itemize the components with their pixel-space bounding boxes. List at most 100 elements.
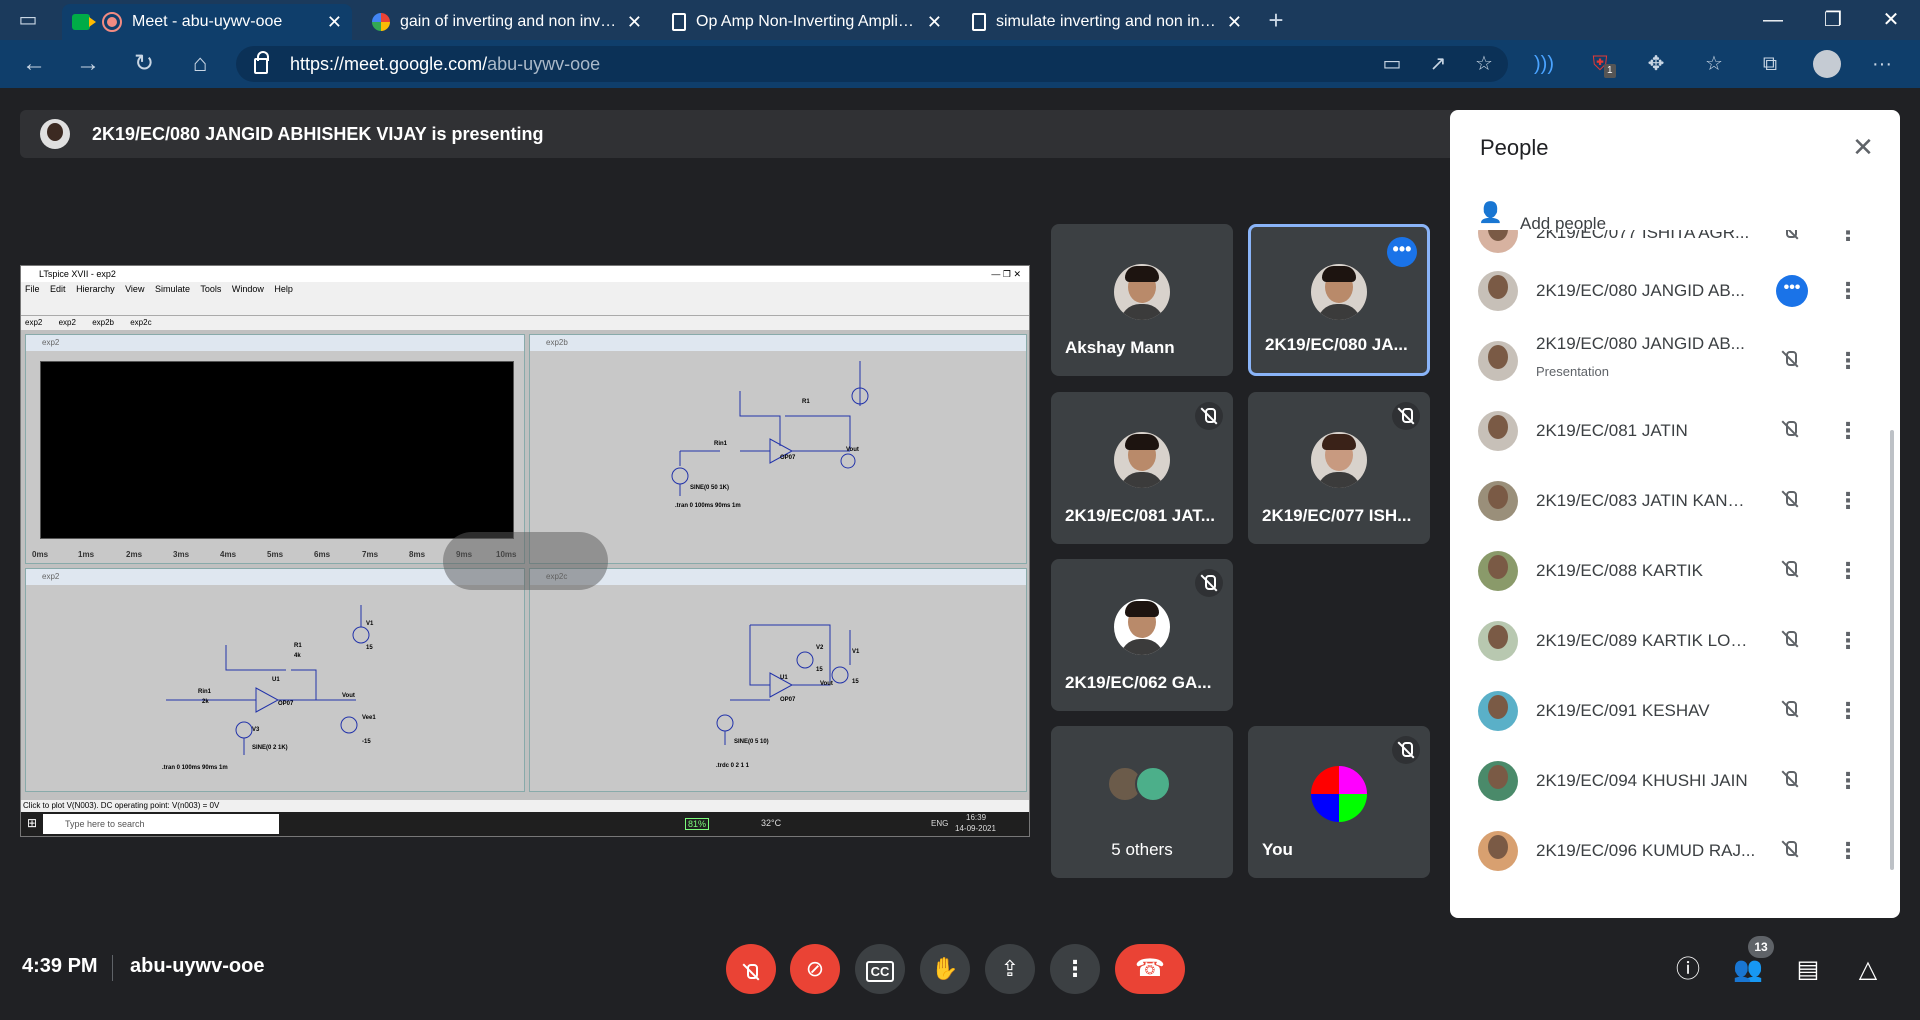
leave-call-button[interactable]: ☎ [1115, 944, 1185, 994]
participant-tile[interactable]: 2K19/EC/081 JAT... [1051, 392, 1233, 544]
extension-ublock-icon[interactable]: ⛨ 1 [1586, 50, 1616, 78]
back-icon[interactable]: ← [18, 48, 50, 80]
participant-tile-presenter[interactable]: ••• 2K19/EC/080 JA... [1248, 224, 1430, 376]
url-field[interactable]: https://meet.google.com/abu-uywv-ooe [236, 46, 1508, 82]
lt-tab: exp2b [92, 318, 114, 327]
list-item[interactable]: 2K19/EC/081 JATIN ⋮ [1450, 396, 1900, 466]
close-icon[interactable]: ✕ [1848, 132, 1878, 162]
mic-off-icon [1776, 625, 1808, 657]
close-window-icon[interactable]: ✕ [1868, 4, 1914, 36]
present-now-button[interactable]: ⇪ [985, 944, 1035, 994]
label-r1-value: 4k [294, 653, 301, 659]
weather-temp: 32°C [761, 818, 782, 828]
more-vert-icon[interactable]: ⋮ [1836, 625, 1860, 657]
mic-toggle-button[interactable] [726, 944, 776, 994]
schematic-diagram [166, 605, 370, 755]
raise-hand-button[interactable]: ✋ [920, 944, 970, 994]
label-rin1: Rin1 [714, 441, 728, 447]
x-tick: 3ms [173, 550, 190, 559]
participant-tile[interactable]: 2K19/EC/077 ISH... [1248, 392, 1430, 544]
pane-title: exp2 [26, 335, 524, 351]
label-v3: V3 [252, 727, 260, 733]
more-menu-icon[interactable]: ··· [1868, 50, 1896, 78]
more-vert-icon[interactable]: ⋮ [1836, 415, 1860, 447]
chat-icon[interactable]: ▤ [1792, 954, 1824, 986]
participant-tile[interactable]: 2K19/EC/062 GA... [1051, 559, 1233, 711]
more-options-button[interactable]: ⋮ [1050, 944, 1100, 994]
more-options-icon[interactable]: ••• [1776, 275, 1808, 307]
more-vert-icon[interactable]: ⋮ [1836, 275, 1860, 307]
list-item[interactable]: 2K19/EC/089 KARTIK LOH... ⋮ [1450, 606, 1900, 676]
tab-op-amp[interactable]: Op Amp Non-Inverting Amplifier ✕ [662, 4, 952, 40]
label-vee1-value: -15 [362, 739, 371, 745]
tab-meet[interactable]: Meet - abu-uywv-ooe ✕ [62, 4, 352, 40]
mic-off-icon [1195, 402, 1223, 430]
menu-file: File [25, 284, 40, 294]
participant-name: 2K19/EC/077 ISH... [1262, 506, 1412, 525]
home-icon[interactable]: ⌂ [184, 48, 216, 80]
read-aloud-icon[interactable]: ))) [1530, 50, 1558, 78]
collections-icon[interactable]: ⧉ [1756, 50, 1784, 78]
add-favorite-icon[interactable]: ☆ [1470, 50, 1498, 78]
more-vert-icon[interactable]: ⋮ [1836, 835, 1860, 867]
more-vert-icon[interactable]: ⋮ [1836, 230, 1860, 249]
list-item[interactable]: 2K19/EC/096 KUMUD RAJ... ⋮ [1450, 816, 1900, 886]
label-tran-a: .tran 0 100ms 90ms 1m [675, 503, 741, 509]
presentation-controls-overlay[interactable] [443, 532, 608, 590]
minimize-icon[interactable]: — [1750, 4, 1796, 36]
presenting-banner: 2K19/EC/080 JANGID ABHISHEK VIJAY is pre… [20, 110, 1460, 158]
participant-tile[interactable]: Akshay Mann [1051, 224, 1233, 376]
people-icon[interactable]: 👥 [1732, 954, 1764, 986]
ltspice-title-bar: LTspice XVII - exp2 — ❐ ✕ [21, 266, 1029, 282]
window-controls: — ❐ ✕ [991, 269, 1021, 279]
new-tab-button[interactable]: + [1260, 4, 1292, 36]
scrollbar[interactable] [1890, 430, 1894, 870]
list-item[interactable]: 2K19/EC/083 JATIN KANW... ⋮ [1450, 466, 1900, 536]
tab-google-search[interactable]: gain of inverting and non inverting ✕ [362, 4, 652, 40]
favorites-icon[interactable]: ☆ [1700, 50, 1728, 78]
close-icon[interactable]: ✕ [927, 12, 942, 33]
more-vert-icon[interactable]: ⋮ [1836, 555, 1860, 587]
extensions-icon[interactable]: ✥ [1642, 50, 1670, 78]
close-icon[interactable]: ✕ [327, 12, 342, 33]
list-item[interactable]: 2K19/EC/091 KESHAV ⋮ [1450, 676, 1900, 746]
others-tile[interactable]: 5 others [1051, 726, 1233, 878]
label-op07: OP07 [780, 455, 796, 461]
presenter-avatar [40, 119, 70, 149]
profile-avatar[interactable] [1813, 50, 1841, 78]
more-vert-icon[interactable]: ⋮ [1836, 695, 1860, 727]
label-v1: V1 [852, 649, 860, 655]
menu-simulate: Simulate [154, 284, 190, 294]
more-vert-icon[interactable]: ⋮ [1836, 765, 1860, 797]
more-vert-icon[interactable]: ⋮ [1836, 345, 1860, 377]
tab-simulate[interactable]: simulate inverting and non inverting ✕ [962, 4, 1252, 40]
list-item[interactable]: 2K19/EC/080 JANGID AB... ••• ⋮ [1450, 256, 1900, 326]
captions-button[interactable]: CC [855, 944, 905, 994]
self-tile[interactable]: You [1248, 726, 1430, 878]
pane-title: exp2b [530, 335, 1026, 351]
ltspice-toolbar [21, 296, 1029, 316]
restore-icon[interactable]: ❐ [1810, 4, 1856, 36]
activities-icon[interactable]: △ [1852, 954, 1884, 986]
tab-actions-icon[interactable]: ▭ [12, 4, 44, 36]
list-item[interactable]: 2K19/EC/080 JANGID AB... Presentation ⋮ [1450, 326, 1900, 396]
more-vert-icon[interactable]: ⋮ [1836, 485, 1860, 517]
list-item[interactable]: 2K19/EC/088 KARTIK ⋮ [1450, 536, 1900, 606]
label-rin1: Rin1 [198, 689, 212, 695]
schematic-diagram [716, 624, 851, 745]
mic-off-icon [1776, 555, 1808, 587]
close-icon[interactable]: ✕ [1227, 12, 1242, 33]
share-icon[interactable]: ↗ [1424, 50, 1452, 78]
avatar [1478, 230, 1518, 253]
close-icon[interactable]: ✕ [627, 12, 642, 33]
camera-toggle-button[interactable]: ⊘ [790, 944, 840, 994]
avatar [1478, 831, 1518, 871]
meeting-info-icon[interactable]: ⓘ [1672, 954, 1704, 986]
refresh-icon[interactable]: ↻ [128, 48, 160, 80]
forward-icon[interactable]: → [72, 48, 104, 80]
camera-icon[interactable]: ▭ [1378, 50, 1406, 78]
participant-subtitle: Presentation [1536, 364, 1609, 379]
more-options-icon[interactable]: ••• [1387, 237, 1417, 267]
taskbar-time: 16:39 [966, 813, 987, 822]
list-item[interactable]: 2K19/EC/094 KHUSHI JAIN ⋮ [1450, 746, 1900, 816]
